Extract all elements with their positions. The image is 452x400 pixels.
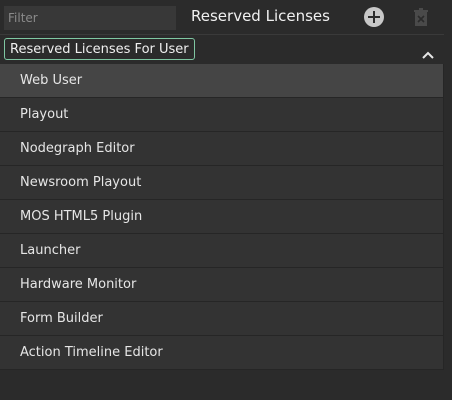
list-item[interactable]: Launcher (0, 234, 444, 268)
list-item[interactable]: Newsroom Playout (0, 166, 444, 200)
toolbar: Reserved Licenses (0, 0, 452, 34)
list-item[interactable]: Web User (0, 64, 444, 98)
list-item[interactable]: Action Timeline Editor (0, 336, 444, 370)
list-item[interactable]: Playout (0, 98, 444, 132)
list-item-label: Hardware Monitor (20, 277, 137, 292)
list-item-label: Launcher (20, 243, 81, 258)
list-item-label: Nodegraph Editor (20, 141, 135, 156)
add-icon[interactable] (364, 7, 384, 27)
list-item-label: Playout (20, 107, 69, 122)
filter-input[interactable] (4, 6, 176, 30)
list-item-label: Form Builder (20, 311, 103, 326)
section-header[interactable]: Reserved Licenses For User (0, 34, 444, 65)
list-border (443, 64, 444, 370)
license-list: Web User Playout Nodegraph Editor Newsro… (0, 64, 444, 370)
panel-title: Reserved Licenses (191, 7, 330, 25)
list-item[interactable]: MOS HTML5 Plugin (0, 200, 444, 234)
list-item-label: Web User (20, 73, 83, 88)
list-item-label: Action Timeline Editor (20, 345, 163, 360)
chevron-up-icon[interactable] (421, 45, 435, 59)
trash-icon[interactable] (412, 7, 430, 27)
list-item[interactable]: Hardware Monitor (0, 268, 444, 302)
list-item[interactable]: Nodegraph Editor (0, 132, 444, 166)
section-label: Reserved Licenses For User (4, 38, 195, 60)
list-item-label: MOS HTML5 Plugin (20, 209, 143, 224)
reserved-licenses-panel: Reserved Licenses Reserved Licenses For … (0, 0, 452, 400)
list-item-label: Newsroom Playout (20, 175, 142, 190)
list-item[interactable]: Form Builder (0, 302, 444, 336)
